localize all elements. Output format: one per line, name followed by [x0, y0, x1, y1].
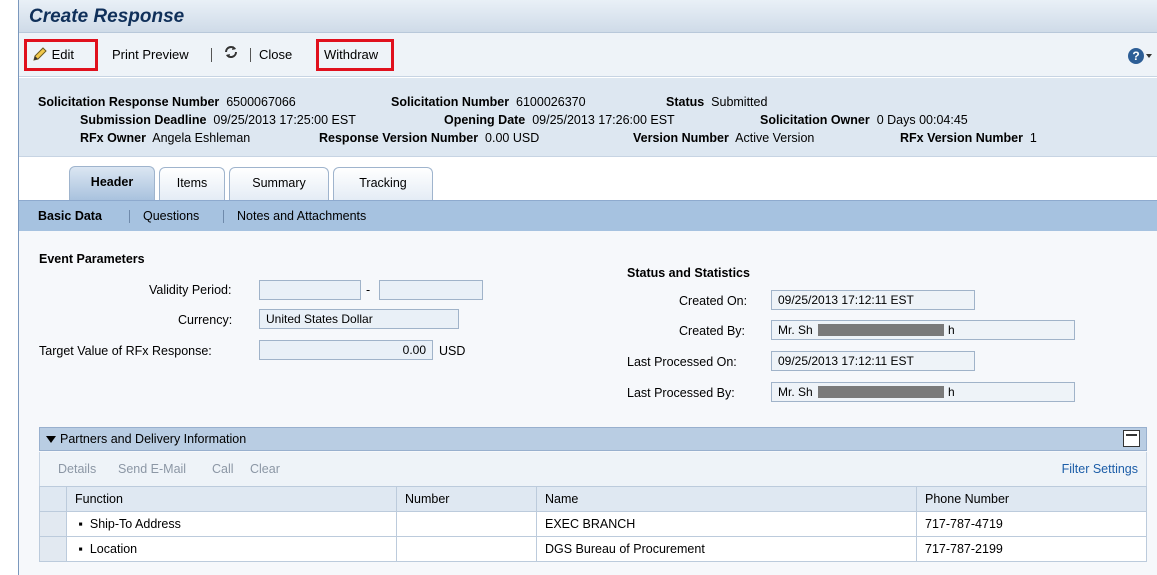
- toolbar-separator: [250, 48, 251, 62]
- submission-deadline-field: Submission Deadline 09/25/2013 17:25:00 …: [80, 113, 356, 127]
- created-on-label: Created On:: [679, 294, 748, 308]
- title-bar: Create Response: [19, 0, 1157, 33]
- collapse-panel-icon[interactable]: [1123, 430, 1140, 447]
- created-on-field: 09/25/2013 17:12:11 EST: [771, 290, 975, 310]
- tab-header[interactable]: Header: [69, 166, 155, 200]
- rfx-owner-field: RFx Owner Angela Eshleman: [80, 131, 251, 145]
- last-processed-by-label: Last Processed By:: [627, 386, 735, 400]
- table-row[interactable]: ▪ Ship-To Address EXEC BRANCH 717-787-47…: [39, 511, 1147, 537]
- close-button[interactable]: Close: [259, 43, 292, 67]
- main-frame: Create Response Edit Print Preview Close…: [18, 0, 1157, 575]
- number-cell: [396, 536, 537, 562]
- column-name[interactable]: Name: [536, 486, 917, 512]
- number-cell: [396, 511, 537, 537]
- event-parameters-heading: Event Parameters: [39, 252, 145, 266]
- validity-separator: -: [366, 283, 371, 297]
- page-title: Create Response: [29, 6, 185, 27]
- version-number-field: Version Number Active Version: [633, 131, 815, 145]
- toolbar: Edit Print Preview Close Withdraw ?: [19, 33, 1157, 77]
- target-value-unit: USD: [439, 344, 466, 358]
- clear-button[interactable]: Clear: [250, 462, 280, 476]
- subnav-separator: [129, 210, 130, 223]
- created-by-label: Created By:: [679, 324, 746, 338]
- status-statistics-heading: Status and Statistics: [627, 266, 750, 280]
- last-processed-by-field: Mr. Sh h: [771, 382, 1075, 402]
- call-button[interactable]: Call: [212, 462, 234, 476]
- validity-end-input[interactable]: [379, 280, 483, 300]
- subnav-basic-data[interactable]: Basic Data: [38, 209, 102, 223]
- subnav-notes-attachments[interactable]: Notes and Attachments: [237, 209, 366, 223]
- document-header-info: Solicitation Response Number 6500067066 …: [19, 78, 1157, 157]
- phone-cell: 717-787-2199: [916, 536, 1147, 562]
- function-cell: ▪ Ship-To Address: [66, 511, 397, 537]
- validity-period-label: Validity Period:: [149, 283, 232, 297]
- rfx-version-field: RFx Version Number 1: [900, 131, 1037, 145]
- subnav-separator: [223, 210, 224, 223]
- subnav-questions[interactable]: Questions: [143, 209, 199, 223]
- details-button[interactable]: Details: [58, 462, 96, 476]
- currency-input[interactable]: United States Dollar: [259, 309, 459, 329]
- opening-date-field: Opening Date 09/25/2013 17:26:00 EST: [444, 113, 675, 127]
- currency-label: Currency:: [178, 313, 233, 327]
- function-cell: ▪ Location: [66, 536, 397, 562]
- tab-tracking[interactable]: Tracking: [333, 167, 433, 200]
- print-preview-button[interactable]: Print Preview: [112, 43, 189, 67]
- send-email-button[interactable]: Send E-Mail: [118, 462, 186, 476]
- partners-toolbar: Details Send E-Mail Call Clear Filter Se…: [39, 452, 1147, 486]
- select-all-cell[interactable]: [39, 486, 67, 512]
- validity-start-input[interactable]: [259, 280, 361, 300]
- phone-cell: 717-787-4719: [916, 511, 1147, 537]
- solicitation-number-field: Solicitation Number 6100026370: [391, 95, 586, 109]
- partners-table: Function Number Name Phone Number ▪ Ship…: [39, 486, 1147, 562]
- solicitation-owner-field: Solicitation Owner 0 Days 00:04:45: [760, 113, 968, 127]
- response-number-field: Solicitation Response Number 6500067066: [38, 95, 296, 109]
- help-icon[interactable]: ?: [1128, 48, 1144, 64]
- pencil-icon: [33, 47, 47, 61]
- target-value-label: Target Value of RFx Response:: [39, 344, 212, 358]
- redacted-block: [818, 324, 944, 336]
- last-processed-on-field: 09/25/2013 17:12:11 EST: [771, 351, 975, 371]
- withdraw-button[interactable]: Withdraw: [324, 43, 378, 67]
- refresh-icon: [225, 46, 237, 58]
- tab-summary[interactable]: Summary: [229, 167, 329, 200]
- help-dropdown-icon[interactable]: [1146, 54, 1152, 58]
- last-processed-on-label: Last Processed On:: [627, 355, 737, 369]
- filter-settings-link[interactable]: Filter Settings: [1062, 462, 1138, 476]
- partners-panel-header[interactable]: Partners and Delivery Information: [39, 427, 1147, 451]
- name-cell: EXEC BRANCH: [536, 511, 917, 537]
- created-by-field: Mr. Sh h: [771, 320, 1075, 340]
- partners-panel-title: Partners and Delivery Information: [60, 432, 247, 446]
- row-selector[interactable]: [39, 536, 67, 562]
- row-selector[interactable]: [39, 511, 67, 537]
- redacted-block: [818, 386, 944, 398]
- target-value-input[interactable]: 0.00: [259, 340, 433, 360]
- sub-navigation: Basic Data Questions Notes and Attachmen…: [19, 200, 1157, 231]
- edit-label: Edit: [51, 47, 75, 62]
- table-row[interactable]: ▪ Location DGS Bureau of Procurement 717…: [39, 536, 1147, 562]
- column-phone-number[interactable]: Phone Number: [916, 486, 1147, 512]
- expand-triangle-icon[interactable]: [46, 436, 56, 443]
- name-cell: DGS Bureau of Procurement: [536, 536, 917, 562]
- response-version-field: Response Version Number 0.00 USD: [319, 131, 540, 145]
- tab-items[interactable]: Items: [159, 167, 225, 200]
- refresh-button[interactable]: [223, 44, 239, 68]
- toolbar-separator: [211, 48, 212, 62]
- status-field: Status Submitted: [666, 95, 768, 109]
- table-header-row: Function Number Name Phone Number: [39, 486, 1147, 512]
- column-number[interactable]: Number: [396, 486, 537, 512]
- edit-button[interactable]: Edit: [32, 43, 74, 67]
- column-function[interactable]: Function: [66, 486, 397, 512]
